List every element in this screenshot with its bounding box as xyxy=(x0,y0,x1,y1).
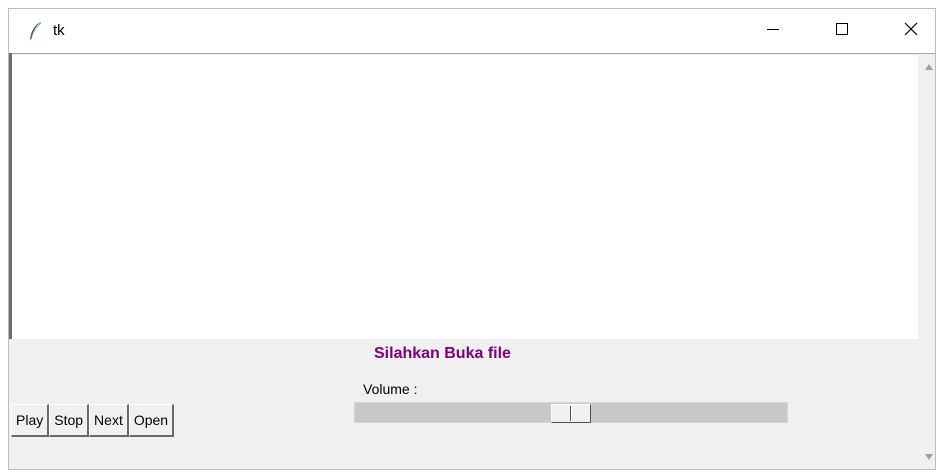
maximize-button[interactable] xyxy=(819,9,865,53)
next-button[interactable]: Next xyxy=(89,404,129,437)
feather-icon xyxy=(27,21,43,41)
close-button[interactable] xyxy=(888,9,934,53)
minimize-icon xyxy=(767,22,779,40)
status-label: Silahkan Buka file xyxy=(374,345,511,362)
vertical-scrollbar[interactable] xyxy=(921,54,935,469)
minimize-button[interactable] xyxy=(750,9,796,53)
volume-slider-handle[interactable] xyxy=(551,404,591,423)
title-divider xyxy=(9,53,935,54)
maximize-icon xyxy=(836,22,848,40)
scroll-down-arrow-icon[interactable] xyxy=(925,454,933,460)
scroll-up-arrow-icon[interactable] xyxy=(925,64,933,70)
volume-slider[interactable] xyxy=(354,402,788,423)
video-canvas xyxy=(12,55,918,339)
title-bar: tk xyxy=(9,9,935,53)
slider-grip xyxy=(570,406,571,421)
stop-button[interactable]: Stop xyxy=(49,404,90,437)
close-icon xyxy=(904,22,918,41)
window-title: tk xyxy=(53,22,65,39)
app-window: tk Silahkan Buka file Volume : Play Stop… xyxy=(8,8,936,470)
volume-label: Volume : xyxy=(363,381,418,397)
play-button[interactable]: Play xyxy=(11,404,50,437)
open-button[interactable]: Open xyxy=(128,404,175,437)
playback-controls: Play Stop Next Open xyxy=(11,404,175,437)
